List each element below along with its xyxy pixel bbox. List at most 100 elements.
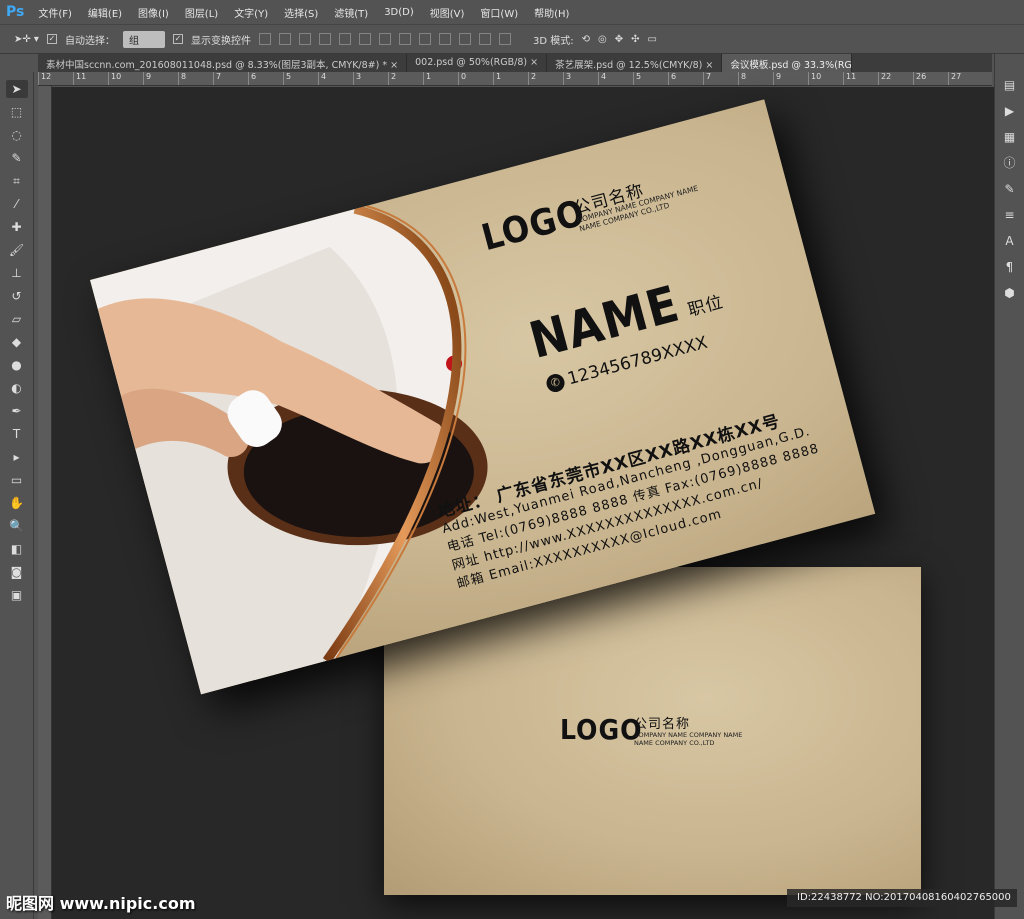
close-icon[interactable]: × — [390, 60, 398, 71]
ruler-tick-label: 12 — [38, 72, 73, 85]
ruler-tick-label: 7 — [703, 72, 738, 85]
tab-label: 素材中国sccnn.com_201608011048.psd @ 8.33%(图… — [46, 60, 388, 71]
layers-icon[interactable]: ▦ — [999, 128, 1021, 146]
align-left-icon[interactable] — [318, 33, 331, 45]
stamp-tool-icon[interactable]: ⊥ — [6, 264, 28, 282]
color-swatches-icon[interactable]: ◧ — [6, 540, 28, 558]
hand-tool-icon[interactable]: ✋ — [6, 494, 28, 512]
tab-label: 茶艺展架.psd @ 12.5%(CMYK/8) — [555, 60, 703, 71]
menu-3d[interactable]: 3D(D) — [384, 7, 414, 18]
menu-window[interactable]: 窗口(W) — [480, 5, 518, 20]
align-hcenter-icon[interactable] — [338, 33, 351, 45]
3d-pan-icon[interactable]: ✥ — [615, 34, 623, 45]
distribute-hcenter-icon[interactable] — [458, 33, 471, 45]
ruler-tick-label: 8 — [738, 72, 773, 85]
ruler-tick-label: 11 — [843, 72, 878, 85]
ruler-tick-label: 2 — [528, 72, 563, 85]
3d-slide-icon[interactable]: ✣ — [631, 34, 639, 45]
3d-scale-icon[interactable]: ▭ — [648, 34, 657, 45]
quick-select-tool-icon[interactable]: ✎ — [6, 149, 28, 167]
document-tabs: 素材中国sccnn.com_201608011048.psd @ 8.33%(图… — [38, 54, 992, 72]
history-icon[interactable]: ▤ — [999, 76, 1021, 94]
3d-roll-icon[interactable]: ◎ — [598, 34, 607, 45]
adjustments-icon[interactable]: ≡ — [999, 206, 1021, 224]
distribute-top-icon[interactable] — [378, 33, 391, 45]
tab-document-4[interactable]: 会议模板.psd @ 33.3%(RGB — [722, 54, 853, 72]
actions-icon[interactable]: ▶ — [999, 102, 1021, 120]
menu-edit[interactable]: 编辑(E) — [88, 5, 122, 20]
menu-help[interactable]: 帮助(H) — [534, 5, 569, 20]
eraser-tool-icon[interactable]: ▱ — [6, 310, 28, 328]
lasso-tool-icon[interactable]: ◌ — [6, 126, 28, 144]
ruler-tick-label: 27 — [948, 72, 983, 85]
card-logo: LOGO — [560, 713, 643, 746]
distribute-vcenter-icon[interactable] — [398, 33, 411, 45]
history-brush-icon[interactable]: ↺ — [6, 287, 28, 305]
menu-filter[interactable]: 滤镜(T) — [334, 5, 368, 20]
brush-tool-icon[interactable]: 🖌 — [6, 241, 28, 259]
menu-layer[interactable]: 图层(L) — [185, 5, 218, 20]
horizontal-ruler[interactable]: 12 11 10 9 8 7 6 5 4 3 2 1 0 1 2 3 4 5 6 7 8 9 10 11 22 26 27 — [38, 72, 992, 86]
character-icon[interactable]: A — [999, 232, 1021, 250]
crop-tool-icon[interactable]: ⌗ — [6, 172, 28, 190]
healing-brush-icon[interactable]: ✚ — [6, 218, 28, 236]
pen-tool-icon[interactable]: ✒ — [6, 402, 28, 420]
zoom-tool-icon[interactable]: 🔍 — [6, 517, 28, 535]
distribute-bottom-icon[interactable] — [418, 33, 431, 45]
move-tool-icon[interactable]: ➤ — [5, 80, 28, 98]
watermark: 昵图网 www.nipic.com — [6, 894, 196, 913]
type-tool-icon[interactable]: T — [6, 425, 28, 443]
tab-label: 会议模板.psd @ 33.3%(RGB — [730, 60, 853, 71]
menu-view[interactable]: 视图(V) — [430, 5, 465, 20]
quick-mask-icon[interactable]: ◙ — [6, 563, 28, 581]
marquee-tool-icon[interactable]: ⬚ — [6, 103, 28, 121]
menu-type[interactable]: 文字(Y) — [234, 5, 268, 20]
ruler-tick-label: 8 — [178, 72, 213, 85]
menu-select[interactable]: 选择(S) — [284, 5, 318, 20]
auto-select-checkbox[interactable]: ✓ — [46, 34, 57, 44]
eyedropper-tool-icon[interactable]: ⁄ — [6, 195, 28, 213]
menu-image[interactable]: 图像(I) — [138, 5, 169, 20]
bucket-tool-icon[interactable]: ◆ — [6, 333, 28, 351]
screen-mode-icon[interactable]: ▣ — [6, 586, 28, 604]
vertical-ruler[interactable] — [38, 86, 52, 919]
menu-bar: Ps 文件(F) 编辑(E) 图像(I) 图层(L) 文字(Y) 选择(S) 滤… — [0, 0, 1024, 24]
shape-tool-icon[interactable]: ▭ — [6, 471, 28, 489]
distribute-right-icon[interactable] — [478, 33, 491, 45]
auto-select-label: 自动选择： — [64, 35, 115, 47]
blur-tool-icon[interactable]: ● — [6, 356, 28, 374]
dodge-tool-icon[interactable]: ◐ — [6, 379, 28, 397]
company-en-line: COMPANY NAME COMPANY NAME — [634, 731, 743, 739]
menu-file[interactable]: 文件(F) — [38, 5, 72, 20]
close-icon[interactable]: × — [705, 60, 713, 71]
ruler-tick-label: 5 — [283, 72, 318, 85]
align-vcenter-icon[interactable] — [278, 33, 291, 45]
3d-rotate-icon[interactable]: ⟲ — [582, 34, 590, 45]
auto-align-icon[interactable] — [498, 33, 511, 45]
ruler-tick-label: 9 — [143, 72, 178, 85]
close-icon[interactable]: × — [530, 57, 538, 68]
align-bottom-icon[interactable] — [298, 33, 311, 45]
distribute-left-icon[interactable] — [438, 33, 451, 45]
info-icon[interactable]: ⓘ — [999, 154, 1021, 172]
tab-document-2[interactable]: 002.psd @ 50%(RGB/8) × — [407, 54, 548, 72]
auto-select-dropdown[interactable]: 组 — [122, 30, 165, 48]
ruler-tick-label: 26 — [913, 72, 948, 85]
phone-icon: ✆ — [544, 372, 567, 395]
align-top-icon[interactable] — [258, 33, 271, 45]
path-select-icon[interactable]: ▸ — [6, 448, 28, 466]
tab-label: 002.psd @ 50%(RGB/8) — [415, 57, 528, 68]
tab-document-1[interactable]: 素材中国sccnn.com_201608011048.psd @ 8.33%(图… — [38, 54, 408, 72]
move-tool-icon[interactable]: ➤✛ ▾ — [14, 34, 39, 45]
ruler-tick-label: 22 — [878, 72, 913, 85]
tab-document-3[interactable]: 茶艺展架.psd @ 12.5%(CMYK/8) × — [547, 54, 723, 72]
3d-panel-icon[interactable]: ⬢ — [999, 284, 1021, 302]
right-panel-dock: ▤ ▶ ▦ ⓘ ✎ ≡ A ¶ ⬢ — [994, 54, 1024, 919]
brush-panel-icon[interactable]: ✎ — [999, 180, 1021, 198]
ruler-tick-label: 6 — [668, 72, 703, 85]
image-id-label: ID:22438772 NO:20170408160402765000 — [787, 889, 1017, 907]
ruler-tick-label: 3 — [353, 72, 388, 85]
align-right-icon[interactable] — [358, 33, 371, 45]
paragraph-icon[interactable]: ¶ — [999, 258, 1021, 276]
show-transform-checkbox[interactable]: ✓ — [172, 34, 183, 44]
